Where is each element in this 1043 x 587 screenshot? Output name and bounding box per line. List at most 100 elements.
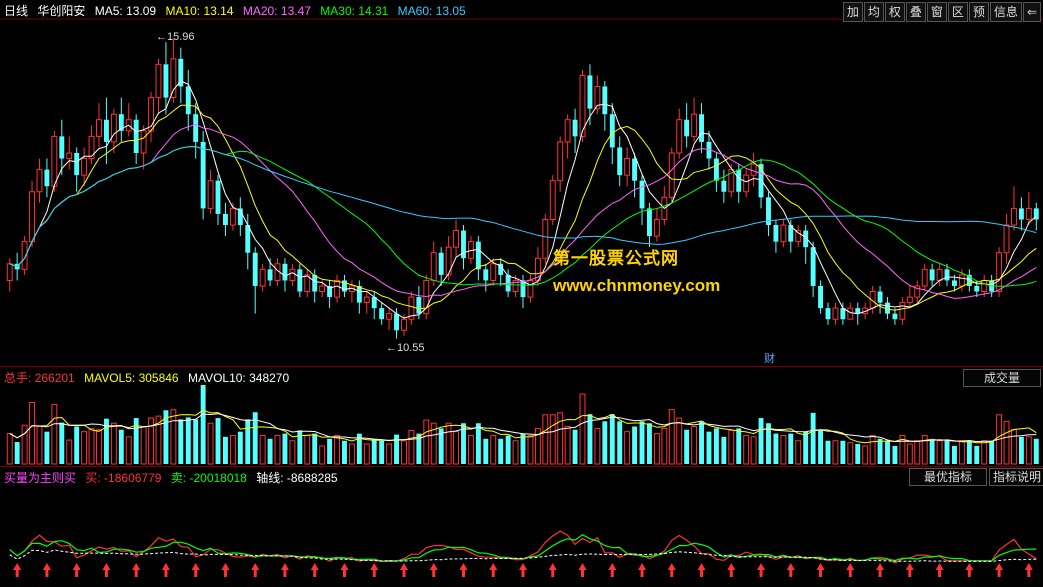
- volume-bar-down: [974, 445, 980, 464]
- buy-arrow-icon: [667, 563, 676, 577]
- volume-bar-down: [193, 419, 199, 464]
- volume-bar-down: [885, 440, 890, 464]
- candle-body-up: [51, 135, 58, 187]
- volume-bar-up: [1011, 429, 1017, 465]
- candlestick-chart[interactable]: [0, 0, 1043, 365]
- average-button[interactable]: 均: [863, 2, 884, 22]
- candle-body-up: [170, 58, 177, 99]
- candle-body-up: [564, 119, 571, 143]
- axis-value: 轴线: -8688285: [256, 471, 338, 485]
- volume-bar-up: [140, 425, 147, 465]
- candle-body-up: [780, 224, 787, 243]
- candle-body-up: [981, 279, 988, 293]
- volume-bar-up: [661, 427, 668, 465]
- info-button[interactable]: 信息: [989, 2, 1022, 22]
- candle-body-down: [684, 119, 690, 137]
- volume-bar-up: [862, 445, 869, 465]
- best-indicator-button[interactable]: 最优指标: [909, 468, 987, 486]
- volume-tab-button[interactable]: 成交量: [963, 369, 1041, 387]
- finance-marker[interactable]: 财: [764, 350, 775, 366]
- buy-arrow-icon: [191, 563, 200, 577]
- volume-bar-up: [125, 436, 132, 465]
- candle-body-up: [334, 279, 340, 298]
- volume-bar-down: [840, 440, 846, 464]
- candle-body-up: [899, 302, 906, 320]
- candle-body-up: [996, 252, 1003, 293]
- add-button[interactable]: 加: [842, 2, 863, 22]
- buy-arrow-icon: [965, 563, 974, 577]
- back-arrow-icon[interactable]: ⇐: [1022, 2, 1041, 22]
- range-button[interactable]: 区: [947, 2, 968, 22]
- volume-bar-up: [1025, 436, 1032, 465]
- volume-bar-down: [944, 440, 950, 464]
- volume-bar-down: [892, 445, 898, 464]
- volume-bar-down: [803, 431, 809, 464]
- buy-arrow-icon: [548, 563, 557, 577]
- candle-body-down: [602, 86, 608, 115]
- candle-body-up: [490, 263, 497, 281]
- buy-arrow-icon: [489, 563, 498, 577]
- rights-button[interactable]: 权: [884, 2, 905, 22]
- buy-arrow-icon: [280, 563, 289, 577]
- volume-bar-up: [795, 440, 802, 465]
- candle-body-up: [229, 207, 236, 226]
- volume-bar-down: [237, 431, 243, 464]
- volume-bar-up: [512, 440, 519, 465]
- volume-bar-up: [51, 403, 58, 465]
- candle-body-down: [713, 158, 719, 181]
- volume-bar-down: [758, 418, 764, 464]
- volume-bar-up: [88, 427, 95, 465]
- volume-bar-down: [699, 421, 704, 464]
- volume-bar-up: [542, 414, 549, 465]
- period-label[interactable]: 日线: [4, 4, 28, 18]
- volume-bar-down: [342, 440, 347, 464]
- candle-body-up: [958, 274, 965, 287]
- volume-bar-up: [914, 440, 921, 465]
- buy-arrow-icon: [697, 563, 706, 577]
- buy-arrow-icon: [72, 563, 81, 577]
- volume-panel[interactable]: 总手: 266201 MAVOL5: 305846 MAVOL10: 34827…: [0, 366, 1043, 466]
- candle-body-down: [877, 291, 883, 303]
- candle-body-up: [401, 318, 407, 331]
- volume-bar-down: [788, 433, 794, 464]
- indicator-name[interactable]: 买量为主则买: [4, 471, 76, 485]
- volume-bar-up: [780, 435, 787, 465]
- window-button[interactable]: 窗: [926, 2, 947, 22]
- indicator-panel[interactable]: 买量为主则买 买: -18606779 卖: -20018018 轴线: -86…: [0, 466, 1043, 587]
- volume-bar-up: [453, 431, 460, 465]
- candle-body-up: [319, 285, 326, 293]
- volume-bar-up: [653, 433, 660, 465]
- volume-bar-up: [401, 440, 407, 465]
- buy-arrow-icon: [608, 563, 617, 577]
- volume-bar-down: [379, 440, 385, 464]
- buy-arrow-icon: [578, 563, 587, 577]
- volume-bar-up: [1003, 420, 1010, 465]
- candle-body-down: [74, 152, 80, 176]
- candle-body-down: [721, 180, 727, 192]
- overlay-button[interactable]: 叠: [905, 2, 926, 22]
- candle-body-down: [892, 313, 898, 320]
- volume-bar-up: [304, 435, 311, 465]
- candle-body-up: [155, 63, 162, 99]
- mavol5-label: MAVOL5: 305846: [84, 371, 179, 385]
- forecast-button[interactable]: 预: [968, 2, 989, 22]
- ma60-line: [9, 146, 1037, 268]
- candle-body-up: [743, 174, 750, 193]
- candle-body-up: [921, 268, 928, 287]
- buy-arrow-icon: [370, 563, 379, 577]
- indicator-explain-button[interactable]: 指标说明: [989, 468, 1043, 486]
- candle-body-down: [267, 269, 273, 281]
- volume-bar-up: [549, 414, 556, 465]
- ma30-label: MA30: 14.31: [320, 4, 389, 18]
- candle-body-down: [974, 285, 980, 292]
- volume-bar-down: [520, 433, 526, 464]
- volume-bar-down: [200, 385, 206, 464]
- candle-body-up: [453, 230, 460, 248]
- volume-bar-down: [877, 438, 883, 464]
- candle-body-up: [1025, 207, 1032, 220]
- price-panel[interactable]: 日线 华创阳安 MA5: 13.09 MA10: 13.14 MA20: 13.…: [0, 0, 1043, 365]
- volume-bar-up: [21, 424, 28, 465]
- candle-body-down: [773, 225, 779, 242]
- volume-bar-down: [572, 429, 578, 464]
- candle-body-up: [81, 158, 88, 176]
